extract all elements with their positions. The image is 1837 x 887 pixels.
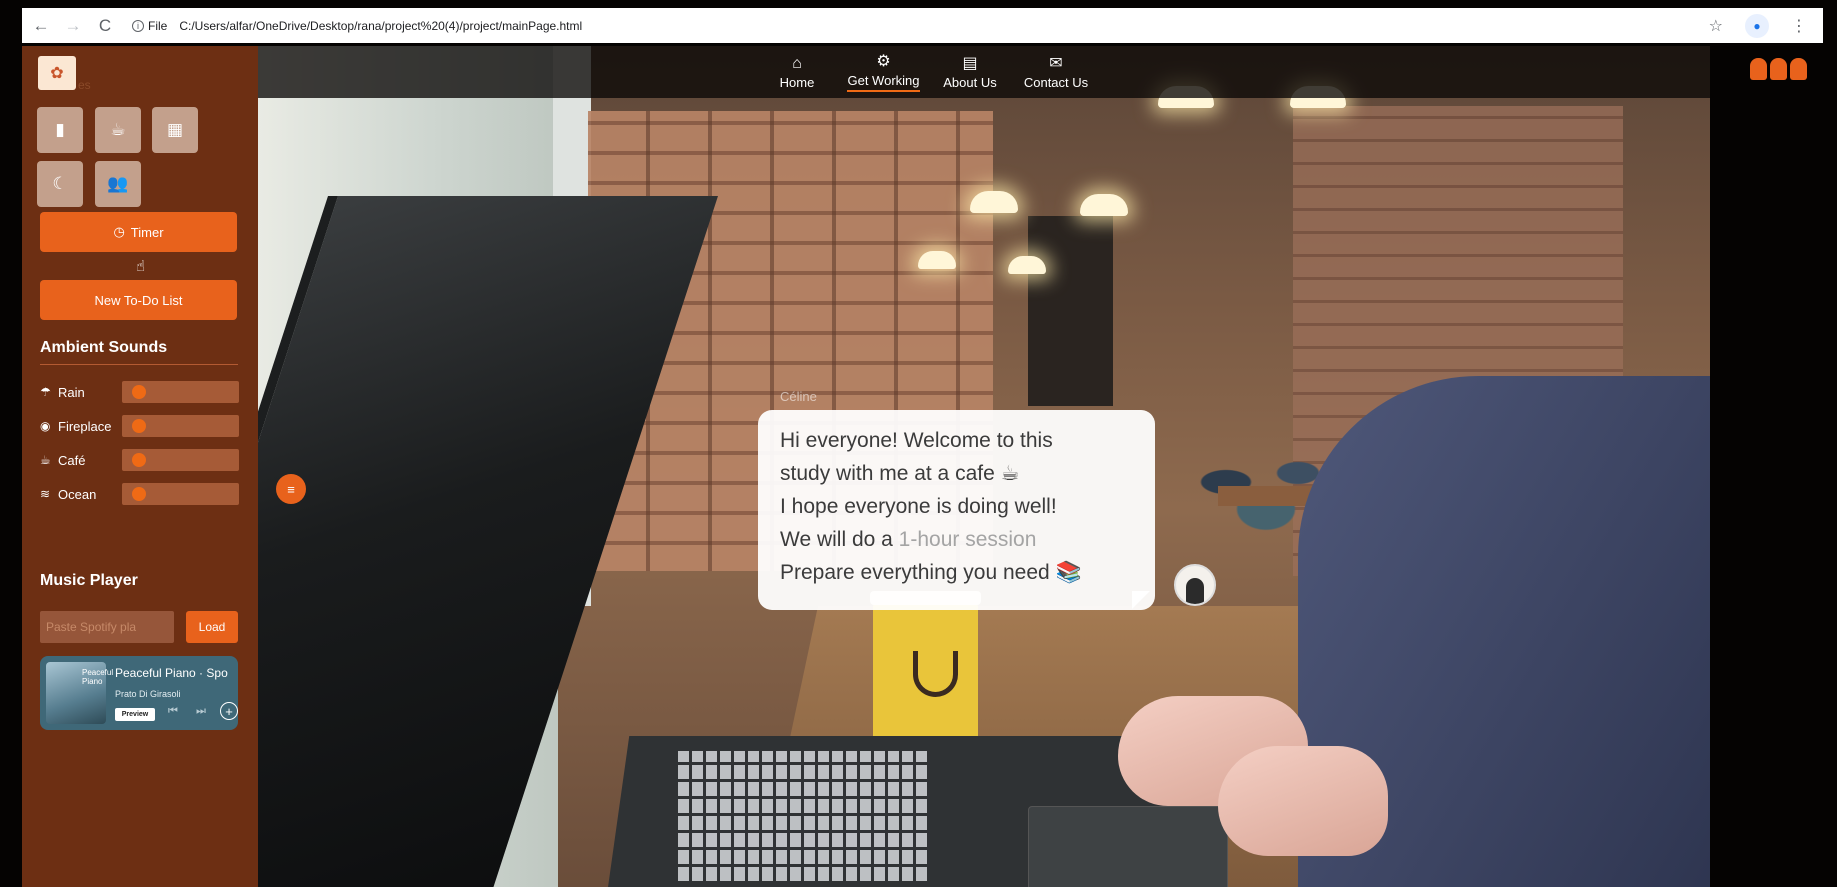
- cup-logo: [913, 651, 958, 697]
- hand: [1218, 746, 1388, 856]
- album-cover-text: Peaceful Piano: [82, 668, 114, 686]
- scene-group-button[interactable]: 👥: [95, 161, 141, 207]
- coffee-cup: [870, 591, 981, 756]
- coffee-cup-icon: ☕: [40, 453, 51, 467]
- logo-text: es: [78, 78, 91, 92]
- host-avatar: [1174, 564, 1216, 606]
- music-player-title: Music Player: [40, 572, 138, 589]
- moon-icon: ☾: [52, 174, 68, 193]
- browser-toolbar: ← → C i File C:/Users/alfar/OneDrive/Desk…: [22, 8, 1823, 43]
- ambient-sounds-title: Ambient Sounds: [40, 339, 168, 356]
- reload-button[interactable]: C: [92, 13, 118, 39]
- previous-track-icon[interactable]: ⏮: [168, 705, 178, 718]
- coffee-cup-icon: ☕: [110, 120, 126, 139]
- nav-get-working[interactable]: ⚙ Get Working: [837, 46, 930, 98]
- chat-line: We will do a 1-hour session: [780, 528, 1037, 551]
- nav-home[interactable]: ⌂ Home: [758, 46, 836, 98]
- slider-knob[interactable]: [132, 453, 146, 467]
- mouse-cursor-icon: ☝: [136, 258, 146, 275]
- people-icon: 👥: [107, 174, 129, 193]
- session-length: 1-hour session: [898, 528, 1037, 551]
- chat-line: I hope everyone is doing well!: [780, 495, 1057, 518]
- user-badges[interactable]: [1750, 58, 1807, 80]
- user-icon: [1750, 58, 1767, 80]
- bookmark-star-icon[interactable]: ☆: [1709, 16, 1723, 36]
- chat-line: Prepare everything you need 📚: [780, 561, 1082, 584]
- cafe-volume-slider[interactable]: [122, 449, 239, 471]
- book-icon: ▤: [962, 54, 978, 72]
- laptop-touchpad: [1028, 806, 1228, 887]
- home-icon: ⌂: [792, 54, 802, 72]
- load-button[interactable]: Load: [186, 611, 238, 643]
- pendant-lamp: [1008, 256, 1046, 274]
- preview-badge: Preview: [115, 708, 155, 721]
- profile-avatar-icon[interactable]: ●: [1745, 13, 1769, 38]
- clock-icon: ◷: [113, 224, 125, 239]
- scene-city-button[interactable]: ▦: [152, 107, 198, 153]
- top-navigation: ⌂ Home ⚙ Get Working ▤ About Us ✉ Contac…: [258, 46, 1710, 98]
- umbrella-icon: ☂: [40, 385, 51, 399]
- city-icon: ▦: [166, 120, 184, 139]
- pendant-lamp: [970, 191, 1018, 213]
- new-todo-button[interactable]: New To-Do List: [40, 280, 237, 320]
- laptop-keyboard: [678, 751, 928, 881]
- gear-icon: ⚙: [876, 52, 891, 70]
- nav-items: ⌂ Home ⚙ Get Working ▤ About Us ✉ Contac…: [758, 46, 1103, 98]
- ocean-volume-slider[interactable]: [122, 483, 239, 505]
- user-icon: [1770, 58, 1787, 80]
- chat-bubble: Hi everyone! Welcome to this study with …: [758, 410, 1155, 610]
- chat-author-name: Céline: [780, 389, 817, 404]
- book-icon: ▮: [55, 120, 65, 139]
- section-divider: [40, 364, 238, 365]
- pendant-lamp: [918, 251, 956, 269]
- address-bar[interactable]: i File C:/Users/alfar/OneDrive/Desktop/ra…: [132, 19, 582, 33]
- slider-knob[interactable]: [132, 385, 146, 399]
- scene-cafe-button[interactable]: ☕: [95, 107, 141, 153]
- nav-about-us[interactable]: ▤ About Us: [931, 46, 1009, 98]
- timer-button[interactable]: ◷ Timer: [40, 212, 237, 252]
- fire-icon: ◉: [40, 419, 51, 433]
- sidebar: ✿ es ▮ ☕ ▦ ☾ 👥 ◷ Timer ☝ New To-Do List …: [22, 46, 258, 887]
- slider-knob[interactable]: [132, 419, 146, 433]
- next-track-icon[interactable]: ⏭: [196, 705, 206, 718]
- album-cover: Peaceful Piano: [46, 662, 113, 724]
- hamburger-icon: ≡: [287, 481, 295, 497]
- chat-bubble-tail: [1132, 591, 1150, 609]
- track-artist: Prato Di Girasoli: [115, 689, 181, 699]
- pendant-lamp: [1080, 194, 1128, 216]
- envelope-icon: ✉: [1049, 54, 1063, 72]
- url-text: C:/Users/alfar/OneDrive/Desktop/rana/pro…: [179, 18, 583, 33]
- forward-button[interactable]: →: [60, 13, 86, 39]
- logo[interactable]: ✿: [38, 56, 76, 90]
- waves-icon: ≋: [40, 487, 51, 501]
- site-info-chip[interactable]: i File: [132, 19, 167, 33]
- sidebar-toggle-button[interactable]: ≡: [276, 474, 306, 504]
- add-icon[interactable]: +: [220, 702, 238, 720]
- spotify-embed[interactable]: Peaceful Piano Peaceful Piano · Spo Prat…: [40, 656, 238, 730]
- scene-night-button[interactable]: ☾: [37, 161, 83, 207]
- fireplace-volume-slider[interactable]: [122, 415, 239, 437]
- slider-knob[interactable]: [132, 487, 146, 501]
- chat-line: study with me at a cafe ☕: [780, 462, 1020, 485]
- scene-library-button[interactable]: ▮: [37, 107, 83, 153]
- back-button[interactable]: ←: [28, 13, 54, 39]
- chat-line: Hi everyone! Welcome to this: [780, 429, 1053, 452]
- info-icon: i: [132, 19, 144, 32]
- doorway: [1028, 216, 1113, 406]
- track-title: Peaceful Piano · Spo: [115, 666, 228, 680]
- toolbar-actions: ☆ ● ⋮: [1709, 13, 1807, 38]
- user-icon: [1790, 58, 1807, 80]
- nav-contact-us[interactable]: ✉ Contact Us: [1010, 46, 1102, 98]
- kebab-menu-icon[interactable]: ⋮: [1791, 16, 1807, 36]
- main-page: ⌂ Home ⚙ Get Working ▤ About Us ✉ Contac…: [22, 46, 1823, 887]
- rain-volume-slider[interactable]: [122, 381, 239, 403]
- spotify-playlist-input[interactable]: [40, 611, 174, 643]
